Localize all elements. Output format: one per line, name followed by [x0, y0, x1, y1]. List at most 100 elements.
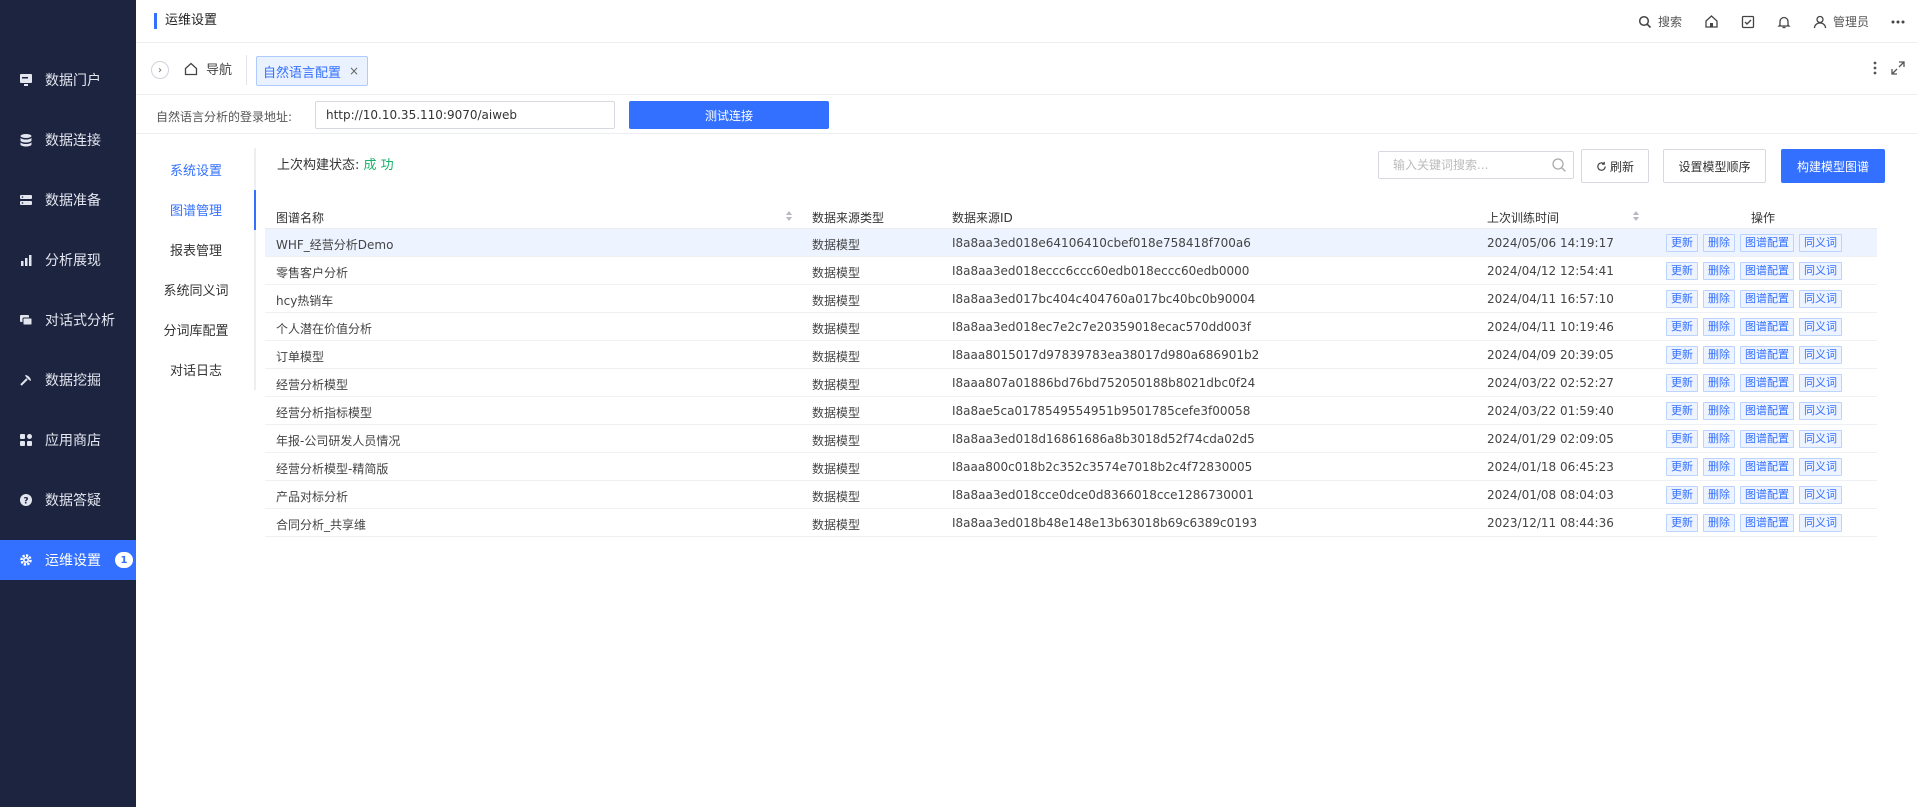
delete-button[interactable]: 删除 — [1703, 234, 1735, 252]
submenu-graph-management[interactable]: 图谱管理 — [136, 200, 256, 219]
sidebar-item-ops-settings[interactable]: 运维设置 1 — [0, 540, 136, 580]
graph-config-button[interactable]: 图谱配置 — [1740, 262, 1794, 280]
delete-button[interactable]: 删除 — [1703, 374, 1735, 392]
tab-navigation[interactable]: 导航 — [184, 59, 232, 78]
synonym-button[interactable]: 同义词 — [1799, 318, 1842, 336]
delete-button[interactable]: 删除 — [1703, 318, 1735, 336]
bar-chart-icon — [18, 252, 34, 268]
sort-icon[interactable] — [785, 210, 793, 222]
close-icon[interactable]: × — [349, 64, 359, 78]
graph-config-button[interactable]: 图谱配置 — [1740, 234, 1794, 252]
build-model-graph-button[interactable]: 构建模型图谱 — [1781, 149, 1885, 183]
more-button[interactable] — [1891, 20, 1905, 24]
sort-icon[interactable] — [1632, 210, 1640, 222]
synonym-button[interactable]: 同义词 — [1799, 514, 1842, 532]
more-vertical-icon[interactable] — [1873, 61, 1877, 78]
sidebar-item-data-portal[interactable]: 数据门户 — [0, 60, 136, 100]
delete-button[interactable]: 删除 — [1703, 290, 1735, 308]
search-icon[interactable] — [1551, 157, 1567, 173]
table-row[interactable]: 订单模型 数据模型 I8aaa8015017d97839783ea38017d980… — [265, 341, 1877, 369]
table-row[interactable]: 经营分析模型 数据模型 I8aaa807a01886bd76bd752050188b… — [265, 369, 1877, 397]
synonym-button[interactable]: 同义词 — [1799, 486, 1842, 504]
source-type-cell: 数据模型 — [812, 294, 861, 308]
sidebar-item-chat-analysis[interactable]: 对话式分析 — [0, 300, 136, 340]
submenu-dialog-log[interactable]: 对话日志 — [136, 360, 256, 379]
update-button[interactable]: 更新 — [1666, 262, 1698, 280]
table-row[interactable]: 合同分析_共享维 数据模型 I8a8aa3ed018b48e148e13b63018… — [265, 509, 1877, 537]
delete-button[interactable]: 删除 — [1703, 262, 1735, 280]
table-row[interactable]: hcy热销车 数据模型 I8a8aa3ed017bc404c404760a017bc… — [265, 285, 1877, 313]
graph-config-button[interactable]: 图谱配置 — [1740, 346, 1794, 364]
graph-config-button[interactable]: 图谱配置 — [1740, 374, 1794, 392]
search-button[interactable]: 搜索 — [1638, 13, 1682, 30]
test-connection-button[interactable]: 测试连接 — [629, 101, 829, 129]
fullscreen-icon[interactable] — [1891, 61, 1905, 78]
page-title: 运维设置 — [154, 13, 217, 29]
tab-bar: › 导航 自然语言配置 × — [136, 43, 1917, 95]
update-button[interactable]: 更新 — [1666, 234, 1698, 252]
graph-config-button[interactable]: 图谱配置 — [1740, 486, 1794, 504]
synonym-button[interactable]: 同义词 — [1799, 234, 1842, 252]
refresh-button[interactable]: 刷新 — [1581, 149, 1649, 183]
update-button[interactable]: 更新 — [1666, 486, 1698, 504]
update-button[interactable]: 更新 — [1666, 402, 1698, 420]
table-row[interactable]: 零售客户分析 数据模型 I8a8aa3ed018eccc6ccc60edb018ec… — [265, 257, 1877, 285]
graph-config-button[interactable]: 图谱配置 — [1740, 290, 1794, 308]
graph-config-button[interactable]: 图谱配置 — [1740, 430, 1794, 448]
table-row[interactable]: 经营分析指标模型 数据模型 I8a8ae5ca0178549554951b95017… — [265, 397, 1877, 425]
synonym-button[interactable]: 同义词 — [1799, 290, 1842, 308]
sidebar-item-data-connect[interactable]: 数据连接 — [0, 120, 136, 160]
login-url-input[interactable] — [315, 101, 615, 129]
graph-config-button[interactable]: 图谱配置 — [1740, 402, 1794, 420]
delete-button[interactable]: 删除 — [1703, 458, 1735, 476]
sidebar-item-data-qa[interactable]: ? 数据答疑 — [0, 480, 136, 520]
table-row[interactable]: 经营分析模型-精简版 数据模型 I8aaa800c018b2c352c3574e70… — [265, 453, 1877, 481]
update-button[interactable]: 更新 — [1666, 318, 1698, 336]
update-button[interactable]: 更新 — [1666, 374, 1698, 392]
table-row[interactable]: 年报-公司研发人员情况 数据模型 I8a8aa3ed018d16861686a8b3… — [265, 425, 1877, 453]
sidebar-item-data-mining[interactable]: 数据挖掘 — [0, 360, 136, 400]
update-button[interactable]: 更新 — [1666, 458, 1698, 476]
synonym-button[interactable]: 同义词 — [1799, 262, 1842, 280]
graph-config-button[interactable]: 图谱配置 — [1740, 458, 1794, 476]
collapse-sidebar-button[interactable]: › — [151, 61, 169, 79]
source-type-cell: 数据模型 — [812, 462, 861, 476]
user-menu[interactable]: 管理员 — [1813, 13, 1869, 30]
synonym-button[interactable]: 同义词 — [1799, 346, 1842, 364]
tab-nlp-config[interactable]: 自然语言配置 × — [256, 56, 369, 86]
svg-text:?: ? — [23, 497, 28, 507]
submenu-report-management[interactable]: 报表管理 — [136, 240, 256, 259]
delete-button[interactable]: 删除 — [1703, 430, 1735, 448]
sidebar-item-data-prep[interactable]: 数据准备 — [0, 180, 136, 220]
delete-button[interactable]: 删除 — [1703, 514, 1735, 532]
update-button[interactable]: 更新 — [1666, 290, 1698, 308]
tasks-button[interactable] — [1741, 15, 1755, 29]
graph-config-button[interactable]: 图谱配置 — [1740, 318, 1794, 336]
update-button[interactable]: 更新 — [1666, 346, 1698, 364]
table-row[interactable]: WHF_经营分析Demo 数据模型 I8a8aa3ed018e64106410cbe… — [265, 229, 1877, 257]
row-actions: 更新 删除 图谱配置 同义词 — [1666, 430, 1842, 448]
keyword-search-input[interactable] — [1378, 151, 1574, 179]
synonym-button[interactable]: 同义词 — [1799, 430, 1842, 448]
update-button[interactable]: 更新 — [1666, 514, 1698, 532]
table-row[interactable]: 产品对标分析 数据模型 I8a8aa3ed018cce0dce0d8366018cc… — [265, 481, 1877, 509]
graph-config-button[interactable]: 图谱配置 — [1740, 514, 1794, 532]
set-model-order-button[interactable]: 设置模型顺序 — [1663, 149, 1766, 183]
graph-name-cell: 个人潜在价值分析 — [276, 322, 373, 336]
delete-button[interactable]: 删除 — [1703, 486, 1735, 504]
home-button[interactable] — [1704, 14, 1719, 29]
delete-button[interactable]: 删除 — [1703, 402, 1735, 420]
submenu-dictionary-config[interactable]: 分词库配置 — [136, 320, 256, 339]
submenu-system-settings[interactable]: 系统设置 — [136, 160, 256, 179]
synonym-button[interactable]: 同义词 — [1799, 458, 1842, 476]
synonym-button[interactable]: 同义词 — [1799, 374, 1842, 392]
sidebar-item-analysis[interactable]: 分析展现 — [0, 240, 136, 280]
notification-button[interactable] — [1777, 15, 1791, 29]
table-row[interactable]: 个人潜在价值分析 数据模型 I8a8aa3ed018ec7e2c7e20359018… — [265, 313, 1877, 341]
sidebar-item-app-store[interactable]: 应用商店 — [0, 420, 136, 460]
submenu-system-synonyms[interactable]: 系统同义词 — [136, 280, 256, 299]
delete-button[interactable]: 删除 — [1703, 346, 1735, 364]
synonym-button[interactable]: 同义词 — [1799, 402, 1842, 420]
source-type-cell: 数据模型 — [812, 350, 861, 364]
update-button[interactable]: 更新 — [1666, 430, 1698, 448]
